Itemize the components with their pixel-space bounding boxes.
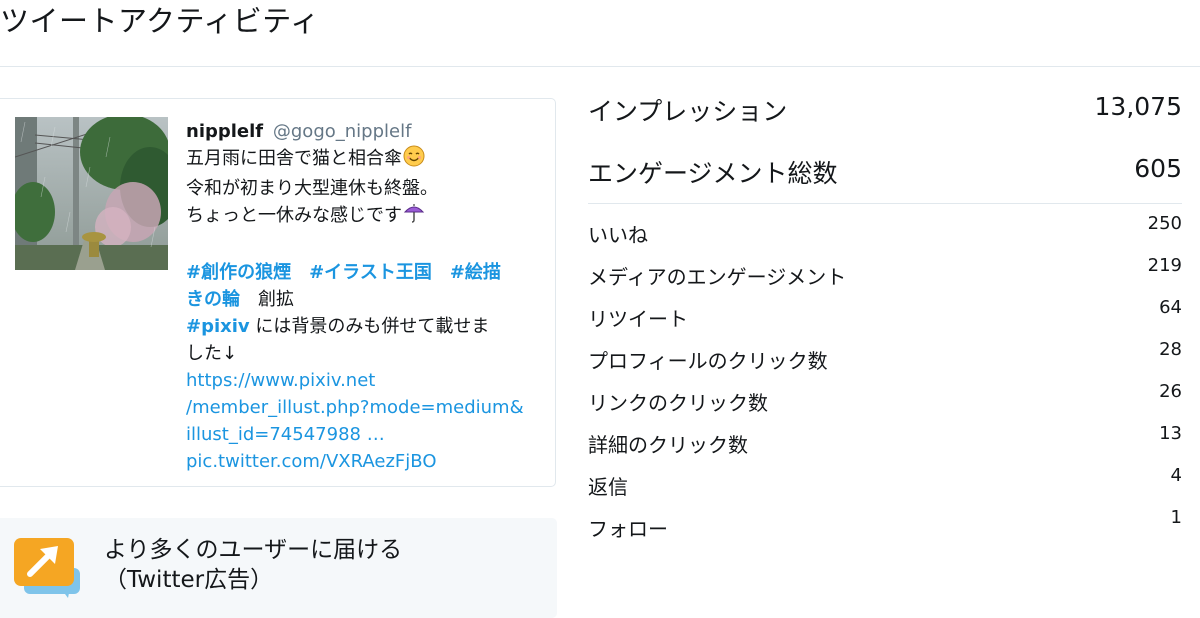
detail-label: フォロー [588,517,668,541]
detail-row-replies: 返信 4 [588,465,1182,510]
hashtag-link[interactable]: #創作の狼煙 [186,262,291,283]
tweet-url-link[interactable]: illust_id=74547988 … [186,421,546,448]
engagement-detail-list: いいね 250 メディアのエンゲージメント 219 リツイート 64 プロフィー… [588,213,1182,552]
detail-value: 219 [1147,255,1182,276]
promote-line-2: （Twitter広告） [104,567,274,593]
detail-value: 250 [1147,213,1182,234]
detail-row-retweets: リツイート 64 [588,297,1182,342]
detail-row-likes: いいね 250 [588,213,1182,258]
tweet-url-link[interactable]: /member_illust.php?mode=medium& [186,394,546,421]
tweet-text: 令和が初まり大型連休も終盤。 [186,178,438,199]
tweet-text-line: ちょっと一休みな感じです [186,202,546,232]
pixiv-line: #pixiv には背景のみも併せて載せま [186,313,546,340]
tweet-content: nipplelf @gogo_nipplelf 五月雨に田舎で猫と相合傘 令和が… [186,118,546,475]
tweet-text: した↓ [186,343,238,364]
tweet-header: nipplelf @gogo_nipplelf [186,118,546,145]
detail-value: 28 [1159,339,1182,360]
hashtag-link[interactable]: #絵描 [450,262,501,283]
tweet-text: ちょっと一休みな感じです [186,205,402,226]
detail-row-follows: フォロー 1 [588,507,1182,552]
tweet-text: には背景のみも併せて載せま [249,316,490,337]
detail-label: リツイート [588,307,688,331]
detail-label: メディアのエンゲージメント [588,265,847,289]
hashtag-line: きの輪 創拡 [186,286,546,313]
umbrella-emoji-icon [403,202,425,232]
engagements-stat: エンゲージメント総数 605 [588,152,1182,214]
detail-row-link-clicks: リンクのクリック数 26 [588,381,1182,426]
tweet-text: 五月雨に田舎で猫と相合傘 [186,148,402,169]
detail-value: 64 [1159,297,1182,318]
tweet-url-link[interactable]: https://www.pixiv.net [186,367,546,394]
engagements-value: 605 [1134,154,1182,183]
tweet-text: 創拡 [258,289,294,310]
hashtag-link[interactable]: #pixiv [186,316,250,337]
detail-row-detail-expands: 詳細のクリック数 13 [588,423,1182,468]
title-divider [0,66,1200,67]
promote-line-1: より多くのユーザーに届ける [104,537,403,563]
promote-text[interactable]: より多くのユーザーに届ける （Twitter広告） [104,535,402,595]
artwork-thumbnail-image[interactable] [15,117,168,270]
detail-label: 返信 [588,475,628,499]
engagements-label: エンゲージメント総数 [588,159,838,188]
detail-value: 1 [1170,507,1182,528]
detail-label: プロフィールのクリック数 [588,349,828,373]
promote-arrow-icon [14,538,80,598]
tweet-text-line: 五月雨に田舎で猫と相合傘 [186,145,546,175]
stats-divider [588,203,1182,204]
detail-label: 詳細のクリック数 [588,433,748,457]
impressions-label: インプレッション [588,97,788,126]
hashtag-link[interactable]: きの輪 [186,289,240,310]
detail-label: リンクのクリック数 [588,391,768,415]
detail-row-profile-clicks: プロフィールのクリック数 28 [588,339,1182,384]
detail-value: 13 [1159,423,1182,444]
tweet-author-handle[interactable]: @gogo_nipplelf [273,121,412,142]
smiling-face-emoji-icon [403,145,425,175]
tweet-pic-link[interactable]: pic.twitter.com/VXRAezFjBO [186,448,546,475]
detail-row-media-engagements: メディアのエンゲージメント 219 [588,255,1182,300]
impressions-stat: インプレッション 13,075 [588,90,1182,152]
detail-value: 4 [1170,465,1182,486]
detail-label: いいね [588,223,648,247]
hashtag-link[interactable]: #イラスト王国 [309,262,432,283]
impressions-value: 13,075 [1094,92,1182,121]
detail-value: 26 [1159,381,1182,402]
stats-summary: インプレッション 13,075 エンゲージメント総数 605 [588,90,1182,214]
hashtag-line: #創作の狼煙 #イラスト王国 #絵描 [186,259,546,286]
tweet-author-name[interactable]: nipplelf [186,121,263,142]
page-title: ツイートアクティビティ [0,4,320,38]
